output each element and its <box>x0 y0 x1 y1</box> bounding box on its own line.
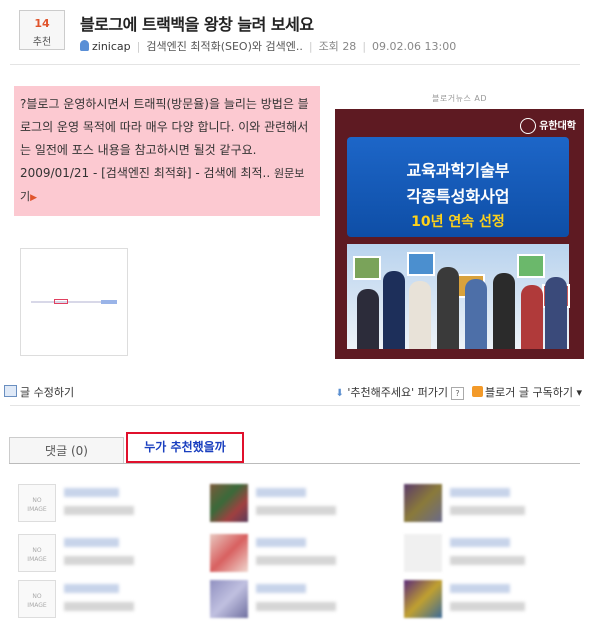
recommend-count-box[interactable]: 14 추천 <box>19 10 65 50</box>
recommender-name-blurred[interactable] <box>450 584 510 593</box>
post-thumbnail[interactable] <box>20 248 128 356</box>
no-image-line2: IMAGE <box>27 602 47 609</box>
tab-underline <box>9 463 580 464</box>
ad-line2: 각종특성화사업 <box>406 187 510 206</box>
edit-icon <box>4 385 17 397</box>
recommender-name-blurred[interactable] <box>450 538 510 547</box>
recommender-avatar[interactable] <box>210 580 248 618</box>
ad-banner[interactable]: 유한대학 교육과학기술부 각종특성화사업 10년 연속 선정 <box>335 109 584 359</box>
recommender-avatar[interactable] <box>404 534 442 572</box>
no-image-line1: NO <box>32 497 42 504</box>
download-arrow-icon: ⬇ <box>335 388 344 399</box>
views-label: 조회 <box>318 40 339 53</box>
recommender-blog-blurred <box>64 602 134 611</box>
ad-label: 블로거뉴스 AD <box>432 94 487 103</box>
recommender-blog-blurred <box>64 506 134 515</box>
recommender-blog-blurred <box>64 556 134 565</box>
action-bar: 글 수정하기 ⬇ '추천해주세요' 퍼가기? 블로거 글 구독하기 ▾ <box>4 384 586 400</box>
post-summary: ?블로그 운영하시면서 트래픽(방문율)을 늘리는 방법은 블로그의 운영 목적… <box>14 86 320 216</box>
recommend-widget-link[interactable]: ⬇ '추천해주세요' 퍼가기 <box>336 386 449 399</box>
recommender-item[interactable] <box>210 580 395 622</box>
recommender-name-blurred[interactable] <box>450 488 510 497</box>
actions-divider <box>10 405 580 406</box>
recommender-blog-blurred <box>256 506 336 515</box>
recommender-blog-blurred <box>450 556 525 565</box>
recommender-item[interactable]: NO IMAGE <box>18 580 203 622</box>
recommender-item[interactable]: NO IMAGE <box>18 484 203 526</box>
recommender-blog-blurred <box>450 602 525 611</box>
ad-line3: 10년 연속 선정 <box>411 214 505 230</box>
ad-students-photo <box>347 244 570 349</box>
no-image-placeholder[interactable]: NO IMAGE <box>18 534 56 572</box>
summary-text: ?블로그 운영하시면서 트래픽(방문율)을 늘리는 방법은 블로그의 운영 목적… <box>20 97 309 180</box>
recommend-count: 14 <box>34 17 50 30</box>
university-logo: 유한대학 <box>520 117 576 134</box>
recommender-item[interactable] <box>404 484 589 526</box>
edit-post-link[interactable]: 글 수정하기 <box>4 385 74 399</box>
post-date: 09.02.06 13:00 <box>372 40 457 53</box>
subscribe-link[interactable]: 블로거 글 구독하기 <box>485 386 573 399</box>
views-count: 28 <box>342 40 357 53</box>
post-title[interactable]: 블로그에 트랙백을 왕창 늘려 보세요 <box>80 11 314 35</box>
recommender-item[interactable] <box>210 484 395 526</box>
recommender-name-blurred[interactable] <box>64 488 119 497</box>
no-image-line2: IMAGE <box>27 556 47 563</box>
recommender-blog-blurred <box>256 556 336 565</box>
recommender-avatar[interactable] <box>404 580 442 618</box>
recommender-blog-blurred <box>450 506 525 515</box>
recommender-name-blurred[interactable] <box>256 538 306 547</box>
recommender-avatar[interactable] <box>210 484 248 522</box>
more-arrow-icon: ▶ <box>30 193 38 203</box>
recommender-name-blurred[interactable] <box>64 584 119 593</box>
ad-headline-panel: 교육과학기술부 각종특성화사업 10년 연속 선정 <box>347 137 569 237</box>
no-image-placeholder[interactable]: NO IMAGE <box>18 580 56 618</box>
recommender-item[interactable] <box>404 580 589 622</box>
user-icon <box>80 40 89 51</box>
recommender-item[interactable] <box>210 534 395 576</box>
recommender-item[interactable]: NO IMAGE <box>18 534 203 576</box>
rss-icon <box>472 386 484 397</box>
no-image-line1: NO <box>32 593 42 600</box>
tab-who-recommended[interactable]: 누가 추천했을까 <box>126 432 244 463</box>
recommender-avatar[interactable] <box>210 534 248 572</box>
recommender-item[interactable] <box>404 534 589 576</box>
recommender-name-blurred[interactable] <box>256 488 306 497</box>
ad-line1: 교육과학기술부 <box>406 161 510 180</box>
seal-icon <box>520 118 537 134</box>
recommender-blog-blurred <box>256 602 336 611</box>
no-image-line2: IMAGE <box>27 506 47 513</box>
recommender-name-blurred[interactable] <box>256 584 306 593</box>
tab-comments[interactable]: 댓글 (0) <box>9 437 124 464</box>
recommend-label: 추천 <box>32 37 52 48</box>
recommender-avatar[interactable] <box>404 484 442 522</box>
post-meta: zinicap | 검색엔진 최적화(SEO)와 검색엔.. | 조회 28 | 09.02… <box>80 38 456 54</box>
category-link[interactable]: 검색엔진 최적화(SEO)와 검색엔.. <box>146 40 302 53</box>
help-icon[interactable]: ? <box>451 387 465 400</box>
no-image-line1: NO <box>32 547 42 554</box>
recommender-name-blurred[interactable] <box>64 538 119 547</box>
no-image-placeholder[interactable]: NO IMAGE <box>18 484 56 522</box>
author-link[interactable]: zinicap <box>92 40 131 53</box>
subscribe-dropdown-icon[interactable]: ▾ <box>576 386 582 399</box>
header-divider <box>10 64 580 65</box>
